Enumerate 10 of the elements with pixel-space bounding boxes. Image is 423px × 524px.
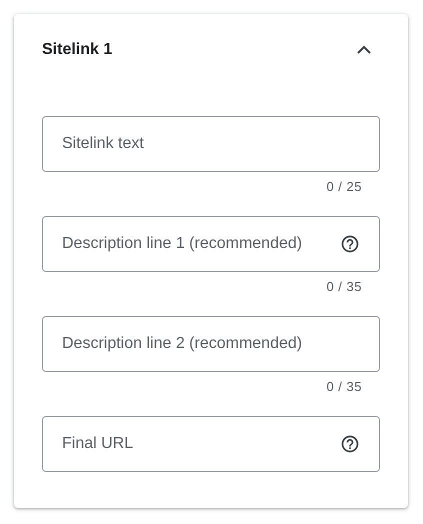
character-counter: 0 / 25 <box>325 179 362 195</box>
section-title: Sitelink 1 <box>42 41 112 59</box>
character-counter: 0 / 35 <box>325 279 362 295</box>
input-field[interactable]: Description line 1 (recommended) <box>42 216 380 272</box>
help-icon[interactable] <box>340 234 360 254</box>
input-field[interactable]: Description line 2 (recommended) <box>42 316 380 372</box>
input-field[interactable]: Final URL <box>42 416 380 472</box>
help-icon[interactable] <box>340 434 360 454</box>
input-field[interactable]: Sitelink text <box>42 116 380 172</box>
character-counter: 0 / 35 <box>325 379 362 395</box>
